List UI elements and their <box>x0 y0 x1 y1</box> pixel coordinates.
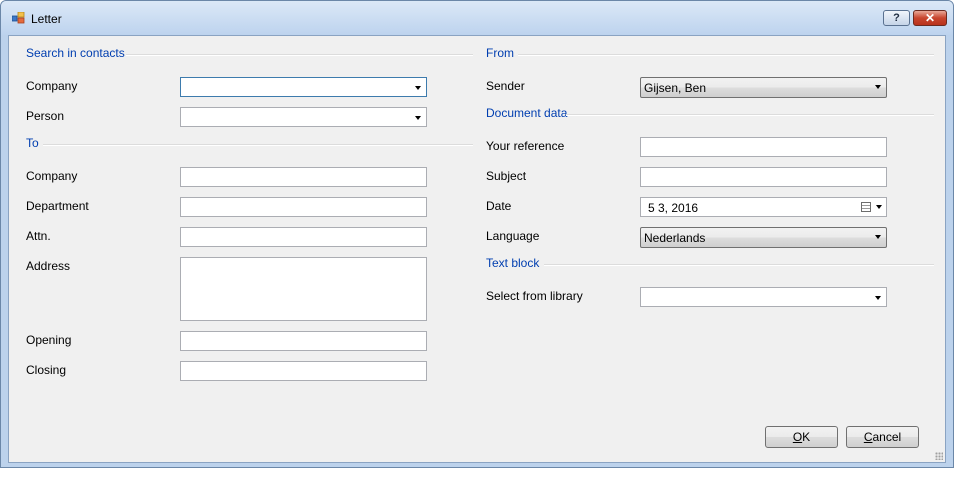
date-value[interactable]: 5 3, 2016 <box>648 201 698 215</box>
to-address-label: Address <box>26 259 71 273</box>
search-company-label: Company <box>26 79 78 93</box>
ok-accelerator: O <box>792 430 803 444</box>
close-button[interactable]: ✕ <box>913 10 947 26</box>
chevron-down-icon[interactable] <box>415 116 421 120</box>
to-opening-label: Opening <box>26 333 72 347</box>
letter-dialog: Letter ? ✕ Search in contacts Company Pe… <box>0 0 954 468</box>
language-value: Nederlands <box>644 231 706 245</box>
group-search-in-contacts: Search in contacts <box>26 46 125 60</box>
chevron-down-icon[interactable] <box>415 86 421 90</box>
sender-value: Gijsen, Ben <box>644 81 707 95</box>
calendar-icon[interactable] <box>861 202 871 212</box>
to-opening-field[interactable] <box>180 331 427 351</box>
search-company-combobox[interactable] <box>180 77 427 97</box>
to-closing-label: Closing <box>26 363 67 377</box>
cancel-label: ancel <box>872 430 902 444</box>
to-attn-field[interactable] <box>180 227 427 247</box>
language-label: Language <box>486 229 540 243</box>
library-combobox[interactable] <box>640 287 887 307</box>
to-attn-label: Attn. <box>26 229 51 243</box>
chevron-down-icon[interactable] <box>875 85 881 89</box>
group-text-block: Text block <box>486 256 540 270</box>
sender-label: Sender <box>486 79 525 93</box>
group-divider <box>126 54 473 56</box>
group-divider <box>544 264 934 266</box>
to-department-field[interactable] <box>180 197 427 217</box>
to-address-textarea[interactable] <box>180 257 427 321</box>
group-document-data: Document data <box>486 106 568 120</box>
window-title: Letter <box>31 12 62 26</box>
library-label: Select from library <box>486 289 583 303</box>
help-button[interactable]: ? <box>883 10 910 26</box>
chevron-down-icon[interactable] <box>875 235 881 239</box>
chevron-down-icon[interactable] <box>875 296 881 300</box>
language-dropdown[interactable]: Nederlands <box>640 227 887 248</box>
to-company-field[interactable] <box>180 167 427 187</box>
dialog-client-area: Search in contacts Company Person To Com… <box>8 35 946 463</box>
date-label: Date <box>486 199 512 213</box>
reference-field[interactable] <box>640 137 887 157</box>
reference-label: Your reference <box>486 139 565 153</box>
to-company-label: Company <box>26 169 78 183</box>
to-department-label: Department <box>26 199 89 213</box>
subject-field[interactable] <box>640 167 887 187</box>
window-app-icon <box>12 12 25 24</box>
title-bar[interactable]: Letter ? ✕ <box>1 1 953 35</box>
group-divider <box>518 54 934 56</box>
group-divider <box>566 114 934 116</box>
group-divider <box>43 144 473 146</box>
ok-button[interactable]: OK <box>765 426 838 448</box>
to-closing-field[interactable] <box>180 361 427 381</box>
date-picker[interactable]: 5 3, 2016 <box>640 197 887 217</box>
cancel-button[interactable]: Cancel <box>846 426 919 448</box>
search-person-label: Person <box>26 109 65 123</box>
group-from: From <box>486 46 514 60</box>
resize-grip[interactable] <box>935 452 943 460</box>
search-person-combobox[interactable] <box>180 107 427 127</box>
group-to: To <box>26 136 39 150</box>
subject-label: Subject <box>486 169 527 183</box>
chevron-down-icon[interactable] <box>876 205 882 209</box>
sender-dropdown[interactable]: Gijsen, Ben <box>640 77 887 98</box>
ok-label: K <box>802 430 811 444</box>
